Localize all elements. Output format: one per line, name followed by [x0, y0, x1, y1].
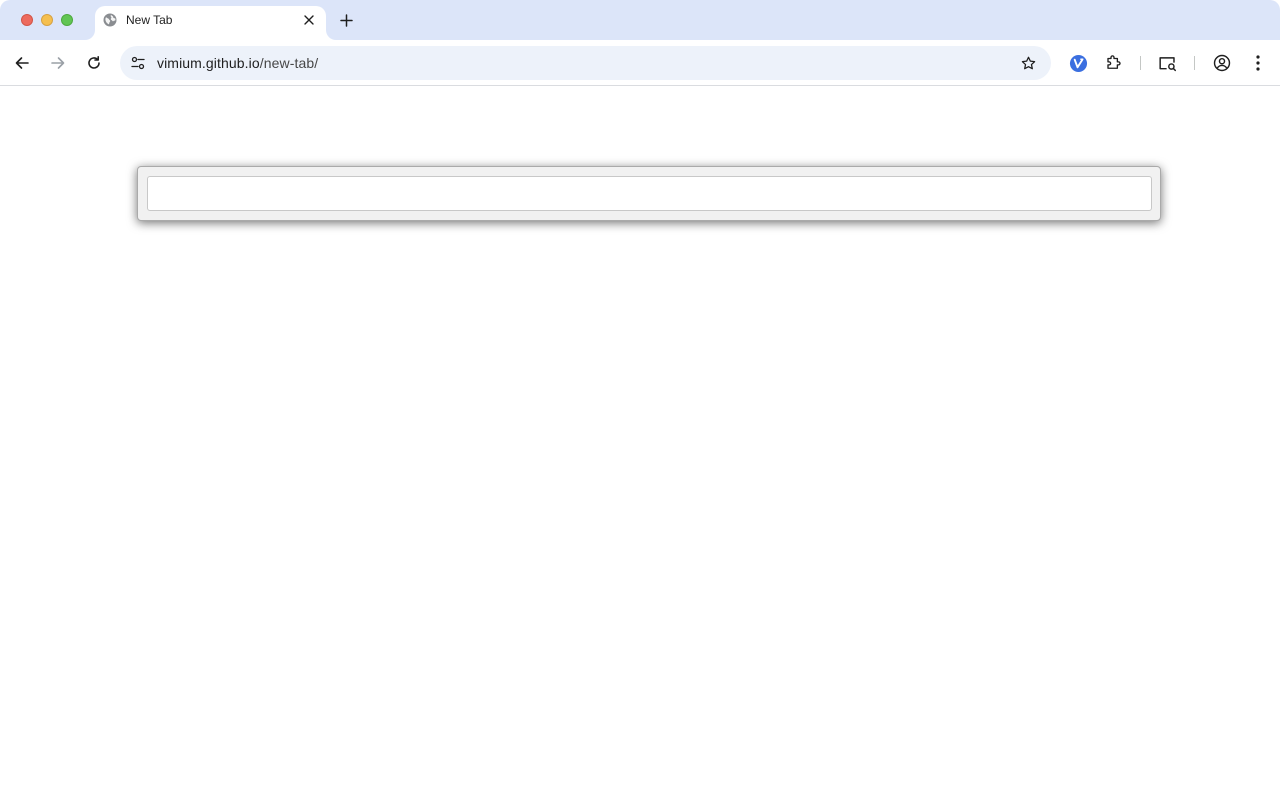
url-text[interactable]: vimium.github.io/new-tab/ [157, 55, 318, 71]
globe-icon [103, 13, 117, 27]
window-minimize-button[interactable] [41, 14, 53, 26]
plus-icon[interactable] [336, 10, 356, 30]
address-bar[interactable]: vimium.github.io/new-tab/ [120, 46, 1051, 80]
kebab-menu-icon[interactable] [1246, 51, 1270, 75]
profile-icon[interactable] [1210, 51, 1234, 75]
tab-strip: New Tab [0, 0, 1280, 40]
vimium-extension-icon[interactable] [1066, 51, 1090, 75]
page-content [0, 87, 1280, 800]
tune-icon[interactable] [126, 51, 150, 75]
close-icon[interactable] [300, 11, 318, 29]
toolbar-separator [1194, 56, 1195, 70]
window-close-button[interactable] [21, 14, 33, 26]
back-arrow-icon[interactable] [10, 51, 34, 75]
star-icon[interactable] [1017, 52, 1039, 74]
reading-mode-icon[interactable] [1155, 51, 1179, 75]
window-maximize-button[interactable] [61, 14, 73, 26]
toolbar-separator [1140, 56, 1141, 70]
browser-toolbar: vimium.github.io/new-tab/ [0, 40, 1280, 86]
reload-icon[interactable] [82, 51, 106, 75]
url-host: vimium.github.io [157, 55, 260, 71]
tab-title: New Tab [126, 13, 173, 27]
url-path: /new-tab/ [259, 55, 319, 71]
forward-arrow-icon[interactable] [46, 51, 70, 75]
tab-new-tab[interactable]: New Tab [95, 6, 326, 40]
vomnibar [137, 166, 1161, 221]
vomnibar-input[interactable] [147, 176, 1152, 211]
puzzle-icon[interactable] [1102, 51, 1126, 75]
